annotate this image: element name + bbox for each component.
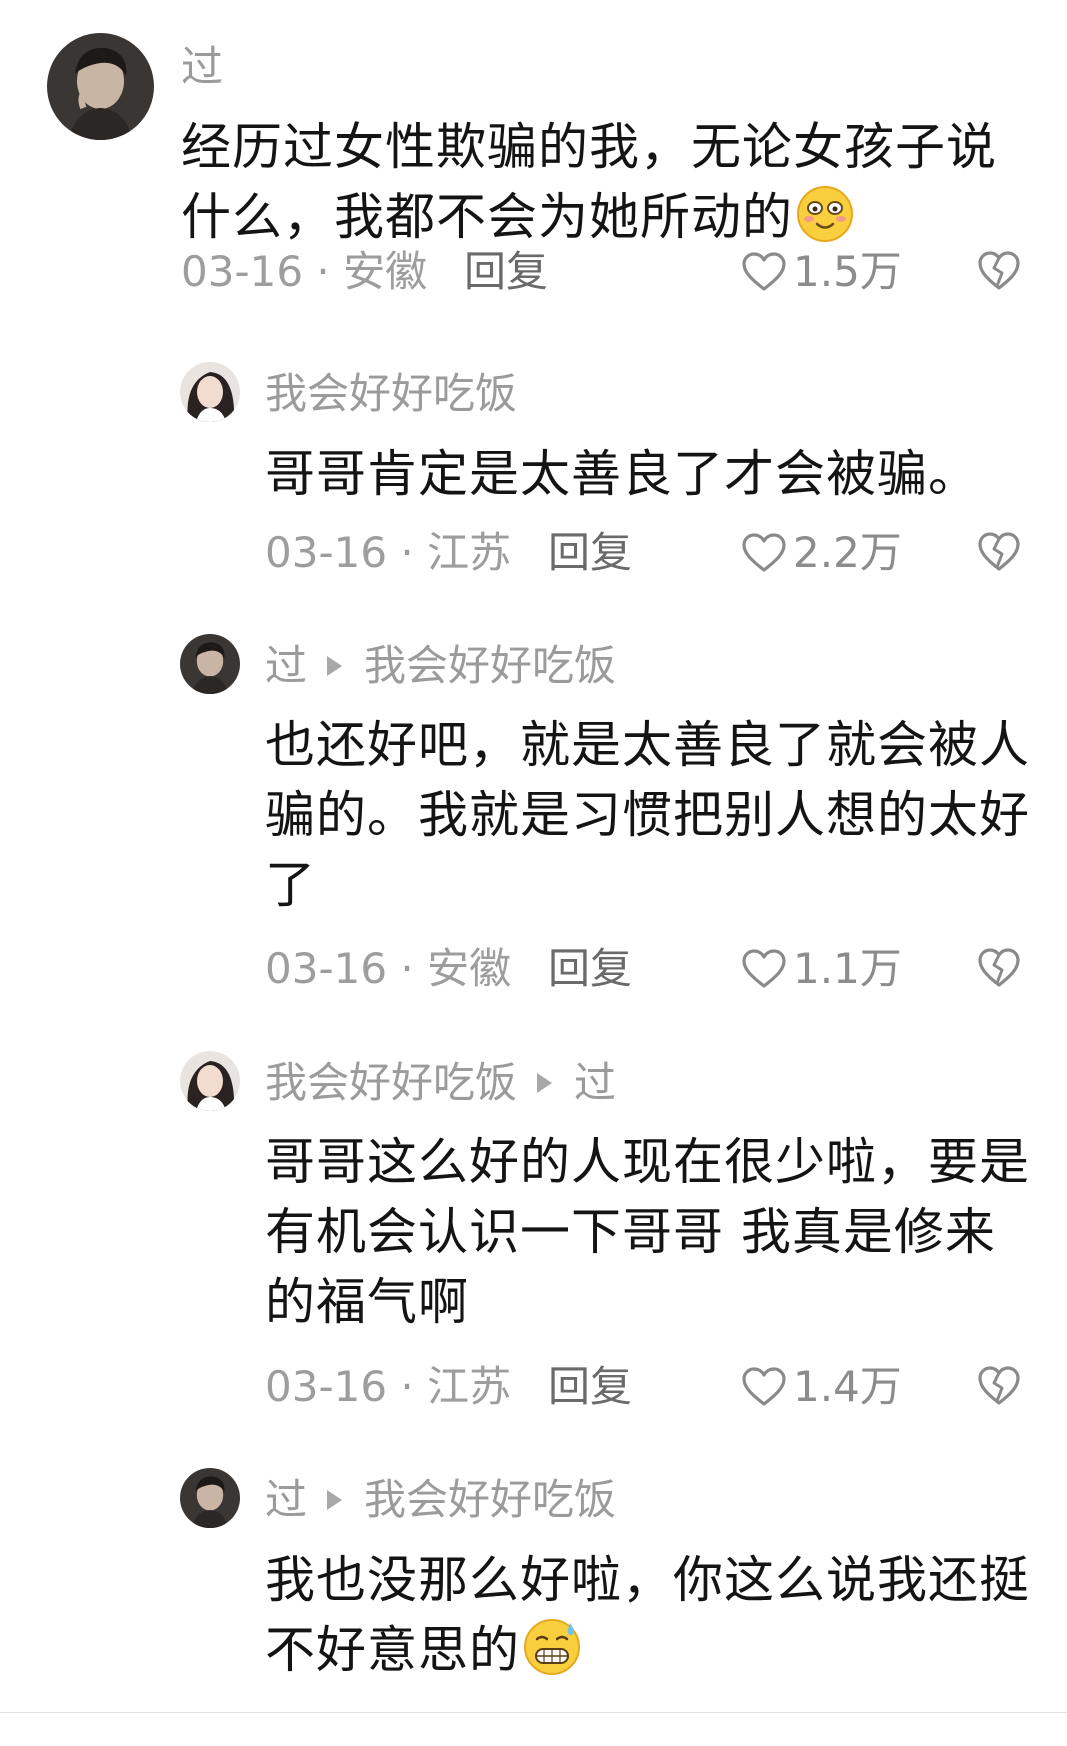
reply-to-name[interactable]: 我会好好吃饭 (364, 1474, 616, 1526)
reply-arrow-icon (327, 656, 343, 676)
avatar[interactable] (47, 33, 154, 140)
like-button[interactable]: 2.2万 (741, 527, 902, 579)
like-button[interactable]: 1.4万 (741, 1361, 902, 1413)
comment-author[interactable]: 过 我会好好吃饭 (265, 640, 616, 692)
like-button[interactable]: 1.5万 (741, 246, 902, 298)
bottom-edge (0, 1712, 1067, 1746)
date-location: 03-16 · 江苏 (265, 1362, 512, 1411)
grin-sweat-emoji-icon (522, 1617, 582, 1677)
comment-line: 什么，我都不会为她所动的 (181, 182, 1026, 252)
reply-button[interactable]: 回复 (548, 1361, 632, 1413)
comment-author[interactable]: 过 (181, 41, 223, 93)
date-location: 03-16 · 安徽 (265, 944, 512, 993)
date-location: 03-16 · 江苏 (265, 528, 512, 577)
comment-line: 也还好吧，就是太善良了就会被人 (265, 716, 1030, 774)
comment-meta: 03-16 · 安徽 回复 1.1万 (265, 943, 1067, 995)
comment-text: 哥哥肯定是太善良了才会被骗。 (265, 439, 1067, 509)
comment-text: 也还好吧，就是太善良了就会被人 骗的。我就是习惯把别人想的太好 了 (265, 710, 1067, 920)
reply-button[interactable]: 回复 (464, 246, 548, 298)
author-name[interactable]: 过 (265, 1474, 307, 1526)
avatar[interactable] (180, 634, 240, 694)
heart-icon (742, 533, 786, 572)
like-count: 1.5万 (793, 247, 902, 296)
author-name[interactable]: 我会好好吃饭 (265, 368, 517, 420)
broken-heart-icon (978, 1366, 1020, 1405)
dislike-button[interactable] (977, 250, 1021, 292)
broken-heart-icon (978, 251, 1020, 290)
like-count: 2.2万 (793, 528, 902, 577)
author-name[interactable]: 过 (181, 41, 223, 93)
reply-arrow-icon (537, 1073, 553, 1093)
author-name[interactable]: 过 (265, 640, 307, 692)
heart-icon (742, 949, 786, 988)
avatar[interactable] (180, 1051, 240, 1111)
comment-line: 哥哥这么好的人现在很少啦，要是 (265, 1133, 1030, 1191)
reply-button[interactable]: 回复 (548, 943, 632, 995)
comment-line: 不好意思的 (265, 1615, 1067, 1685)
like-count: 1.1万 (793, 944, 902, 993)
blush-smile-emoji-icon (795, 184, 855, 244)
comment-author[interactable]: 我会好好吃饭 (265, 368, 517, 420)
comment-line: 我也没那么好啦，你这么说我还挺 (265, 1551, 1030, 1609)
reply-arrow-icon (327, 1490, 343, 1510)
reply-button[interactable]: 回复 (548, 527, 632, 579)
avatar[interactable] (180, 362, 240, 422)
comment-text: 哥哥这么好的人现在很少啦，要是 有机会认识一下哥哥 我真是修来 的福气啊 (265, 1127, 1067, 1337)
heart-icon (742, 1367, 786, 1406)
heart-icon (742, 252, 786, 291)
broken-heart-icon (978, 948, 1020, 987)
comment-meta: 03-16 · 安徽 回复 1.5万 (181, 246, 1051, 298)
like-count: 1.4万 (793, 1362, 902, 1411)
avatar[interactable] (180, 1468, 240, 1528)
dislike-button[interactable] (977, 947, 1021, 989)
dislike-button[interactable] (977, 531, 1021, 573)
reply-to-name[interactable]: 过 (574, 1057, 616, 1109)
comment-line: 了 (265, 856, 316, 914)
reply-to-name[interactable]: 我会好好吃饭 (364, 640, 616, 692)
comment-line: 的福气啊 (265, 1273, 469, 1331)
comment-author[interactable]: 过 我会好好吃饭 (265, 1474, 616, 1526)
date-location: 03-16 · 安徽 (181, 247, 428, 296)
like-button[interactable]: 1.1万 (741, 943, 902, 995)
comment-line: 有机会认识一下哥哥 我真是修来 (265, 1203, 996, 1261)
comment-text: 我也没那么好啦，你这么说我还挺 不好意思的 (265, 1545, 1067, 1685)
comment-meta: 03-16 · 江苏 回复 2.2万 (265, 527, 1067, 579)
dislike-button[interactable] (977, 1365, 1021, 1407)
comment-meta: 03-16 · 江苏 回复 1.4万 (265, 1361, 1067, 1413)
comment-line: 哥哥肯定是太善良了才会被骗。 (265, 445, 979, 503)
broken-heart-icon (978, 532, 1020, 571)
comment-line: 经历过女性欺骗的我，无论女孩子说 (181, 118, 997, 176)
comment-line: 骗的。我就是习惯把别人想的太好 (265, 786, 1030, 844)
comment-text: 经历过女性欺骗的我，无论女孩子说 什么，我都不会为她所动的 (181, 112, 1026, 252)
comment-author[interactable]: 我会好好吃饭 过 (265, 1057, 616, 1109)
author-name[interactable]: 我会好好吃饭 (265, 1057, 517, 1109)
